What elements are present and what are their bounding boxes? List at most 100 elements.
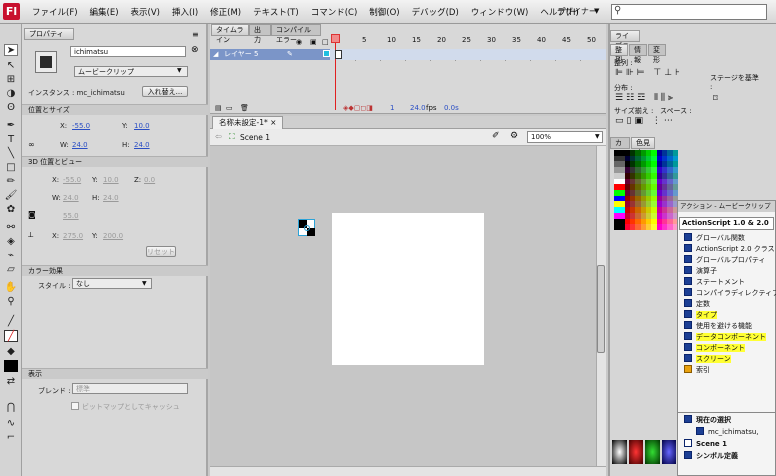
layer-name[interactable]: レイヤー 5 <box>210 49 330 60</box>
lock-icon[interactable]: ▣ <box>310 38 317 46</box>
section-color-effect[interactable]: カラー効果 <box>22 265 208 276</box>
menu-item[interactable]: テキスト(T) <box>247 6 305 18</box>
section-position-size[interactable]: 位置とサイズ <box>22 104 208 115</box>
zoom-select[interactable]: 100% <box>527 131 603 143</box>
actions-category[interactable]: グローバルプロパティ <box>684 255 766 265</box>
chevron-down-icon[interactable]: ▼ <box>595 133 600 140</box>
menu-item[interactable]: 挿入(I) <box>166 6 204 18</box>
swatch-grid[interactable] <box>614 150 678 230</box>
chevron-down-icon[interactable]: ▼ <box>142 280 147 287</box>
horizontal-scrollbar[interactable] <box>210 466 606 476</box>
elapsed-time[interactable]: 0.0s <box>444 104 459 112</box>
actions-category[interactable]: スクリーン <box>684 354 731 364</box>
menu-item[interactable]: 制御(O) <box>363 6 405 18</box>
tab-output[interactable]: 出力 <box>249 24 271 44</box>
lasso-icon[interactable]: ʘ <box>4 102 18 114</box>
menu-item[interactable]: ファイル(F) <box>26 6 84 18</box>
bone-tool-icon[interactable]: ⚯ <box>4 222 18 234</box>
h3d-value[interactable]: 24.0 <box>103 194 119 202</box>
actions-category[interactable]: 演算子 <box>684 266 717 276</box>
brush-tool-icon[interactable]: 🖌 <box>4 190 18 202</box>
distribute-buttons[interactable]: ☰☷☲ ⫴⫼⫸ <box>615 93 676 103</box>
swap-button[interactable]: 入れ替え... <box>142 86 188 97</box>
reset-button[interactable]: リセット <box>146 246 176 257</box>
y-value[interactable]: 10.0 <box>134 122 150 130</box>
eraser-icon[interactable]: ▱ <box>4 264 18 276</box>
section-3d[interactable]: 3D 位置とビュー <box>22 156 208 167</box>
z3d-value[interactable]: 0.0 <box>144 176 155 184</box>
to-stage-button[interactable]: ⌑ <box>713 94 718 104</box>
gradient-swatches[interactable] <box>612 440 676 464</box>
tab-swatches[interactable]: 色見本 <box>631 137 655 157</box>
current-frame[interactable]: 1 <box>390 104 394 112</box>
gradient-swatch[interactable] <box>645 440 660 464</box>
swap-colors-icon[interactable]: ⇄ <box>4 376 18 388</box>
search-input[interactable] <box>611 4 767 20</box>
w3d-value[interactable]: 24.0 <box>63 194 79 202</box>
onion-skin-icon[interactable]: ◈◆▢◻◨ <box>343 104 373 112</box>
section-display[interactable]: 表示 <box>22 368 208 379</box>
cache-checkbox[interactable] <box>71 402 79 410</box>
tab-library[interactable]: ライブラリ <box>610 30 640 60</box>
scene-name[interactable]: Scene 1 <box>240 133 270 142</box>
actions-category[interactable]: 定数 <box>684 299 710 309</box>
stage[interactable] <box>332 213 484 365</box>
vx-value[interactable]: 275.0 <box>63 232 83 240</box>
style-select[interactable]: なし <box>72 278 152 289</box>
tab-properties[interactable]: プロパティ <box>24 28 74 40</box>
actions-category[interactable]: タイプ <box>684 310 717 320</box>
pen-tool-icon[interactable]: ✒ <box>4 120 18 132</box>
fill-none-icon[interactable]: ╱ <box>4 330 18 342</box>
actions-category[interactable]: データコンポーネント <box>684 332 766 342</box>
close-icon[interactable]: × <box>270 118 276 127</box>
selection-tool-icon[interactable]: ➤ <box>4 44 18 56</box>
pencil-tool-icon[interactable]: ✏ <box>4 176 18 188</box>
subselection-tool-icon[interactable]: ↖ <box>4 60 18 72</box>
gradient-swatch[interactable] <box>661 440 676 464</box>
version-select[interactable]: ActionScript 1.0 & 2.0 <box>679 217 774 230</box>
menu-item[interactable]: 編集(E) <box>84 6 125 18</box>
lock-proportion-icon[interactable]: ∞ <box>28 140 35 149</box>
actions-category[interactable]: コンポーネント <box>684 343 745 353</box>
instance-name-input[interactable]: ichimatsu <box>70 46 186 57</box>
tab-info[interactable]: 情報 <box>629 44 647 64</box>
delete-layer-icon[interactable]: 🗑 <box>240 104 249 112</box>
zoom-tool-icon[interactable]: ⚲ <box>4 296 18 308</box>
hand-tool-icon[interactable]: ✋ <box>4 282 18 294</box>
navigator-item[interactable]: Scene 1 <box>684 439 727 449</box>
snap-magnet-icon[interactable]: ⋂ <box>4 402 18 414</box>
menu-item[interactable]: コマンド(C) <box>305 6 364 18</box>
stroke-color-icon[interactable]: ╱ <box>4 316 18 328</box>
chevron-down-icon[interactable]: ▼ <box>177 67 182 74</box>
link-icon[interactable]: ⊗ <box>191 45 199 55</box>
menu-item[interactable]: デバッグ(D) <box>406 6 465 18</box>
smooth-icon[interactable]: ∿ <box>4 418 18 430</box>
edit-symbols-icon[interactable]: ⚙ <box>510 131 518 141</box>
text-tool-icon[interactable]: T <box>4 134 18 146</box>
tab-align[interactable]: 整列 <box>610 44 628 64</box>
fps-value[interactable]: 24.0 <box>410 104 426 112</box>
panel-menu-icon[interactable]: ≡ <box>192 30 199 39</box>
line-tool-icon[interactable]: ╲ <box>4 148 18 160</box>
blend-select[interactable]: 標準 <box>72 383 188 394</box>
symbol-type-select[interactable]: ムービークリップ <box>74 66 188 77</box>
actions-category[interactable]: ステートメント <box>684 277 745 287</box>
new-layer-icon[interactable]: ▤ <box>215 104 222 112</box>
tab-compile-errors[interactable]: コンパイルエラー <box>271 24 321 44</box>
eyedropper-icon[interactable]: ⌁ <box>4 250 18 262</box>
chevron-down-icon[interactable]: ▼ <box>594 7 599 15</box>
navigator-item[interactable]: mc_ichimatsu, <box>696 427 759 437</box>
movieclip-instance[interactable] <box>298 219 315 236</box>
actions-category[interactable]: グローバル関数 <box>684 233 745 243</box>
menu-item[interactable]: ウィンドウ(W) <box>465 6 535 18</box>
fill-color-icon[interactable]: ◆ <box>4 346 18 358</box>
keyframe[interactable] <box>335 50 342 59</box>
menu-item[interactable]: 表示(V) <box>125 6 166 18</box>
match-size-buttons[interactable]: ▭▯▣ ⋮⋯ <box>615 116 676 126</box>
straighten-icon[interactable]: ⌐ <box>4 432 18 444</box>
gradient-swatch[interactable] <box>628 440 643 464</box>
layer-color-icon[interactable] <box>323 50 330 57</box>
tab-document[interactable]: 名称未設定-1* × <box>212 116 284 129</box>
actions-category[interactable]: コンパイラディレクティブ <box>684 288 776 298</box>
eye-icon[interactable]: ◉ <box>296 38 302 46</box>
